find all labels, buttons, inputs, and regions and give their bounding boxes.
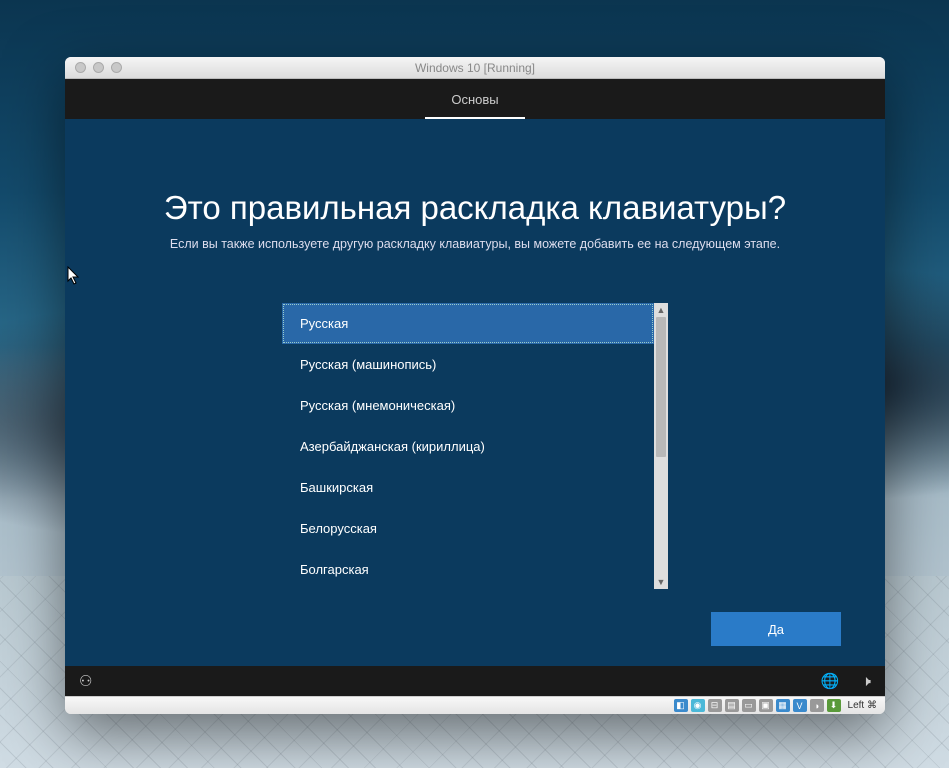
list-item[interactable]: Русская (мнемоническая) [282, 385, 654, 426]
list-item[interactable]: Болгарская [282, 549, 654, 589]
scrollbar[interactable]: ▲ ▼ [654, 303, 668, 589]
yes-button[interactable]: Да [711, 612, 841, 646]
volume-icon[interactable]: 🕨 [862, 673, 871, 690]
list-item[interactable]: Азербайджанская (кириллица) [282, 426, 654, 467]
close-icon[interactable] [75, 62, 86, 73]
oobe-bottom-bar: ⚇ 🌐 🕨 [65, 666, 885, 696]
scroll-down-icon[interactable]: ▼ [654, 575, 668, 589]
list-item[interactable]: Белорусская [282, 508, 654, 549]
vm-title: Windows 10 [Running] [65, 61, 885, 75]
network-icon[interactable]: 🌐 [821, 672, 840, 690]
hard-disk-icon[interactable]: ◧ [674, 699, 688, 712]
list-item[interactable]: Русская [282, 303, 654, 344]
list-item[interactable]: Русская (машинопись) [282, 344, 654, 385]
keyboard-layout-listbox: Русская Русская (машинопись) Русская (мн… [282, 303, 668, 589]
tab-basics[interactable]: Основы [425, 82, 524, 119]
host-key-indicator: Left ⌘ [848, 700, 877, 711]
vm-titlebar[interactable]: Windows 10 [Running] [65, 57, 885, 79]
maximize-icon[interactable] [111, 62, 122, 73]
vm-window: Windows 10 [Running] Основы Это правильн… [65, 57, 885, 714]
page-subtitle: Если вы также используете другую расклад… [170, 237, 780, 251]
keyboard-capture-icon[interactable]: ⬇ [827, 699, 841, 712]
page-title: Это правильная раскладка клавиатуры? [164, 189, 786, 227]
audio-icon[interactable]: ▣ [759, 699, 773, 712]
list-item[interactable]: Башкирская [282, 467, 654, 508]
shared-folders-icon[interactable]: ▤ [725, 699, 739, 712]
scroll-up-icon[interactable]: ▲ [654, 303, 668, 317]
ease-of-access-icon[interactable]: ⚇ [79, 672, 92, 690]
vm-statusbar: ◧ ◉ ⊟ ▤ ▭ ▣ ▦ V ◑ ⬇ Left ⌘ [65, 696, 885, 714]
guest-screen: Основы Это правильная раскладка клавиату… [65, 79, 885, 696]
minimize-icon[interactable] [93, 62, 104, 73]
scroll-thumb[interactable] [656, 317, 666, 457]
optical-disk-icon[interactable]: ◉ [691, 699, 705, 712]
mouse-integration-icon[interactable]: ◑ [810, 699, 824, 712]
oobe-content: Это правильная раскладка клавиатуры? Есл… [65, 119, 885, 666]
mouse-cursor-icon [67, 266, 81, 286]
network-adapter-icon[interactable]: ▦ [776, 699, 790, 712]
display-icon[interactable]: ▭ [742, 699, 756, 712]
oobe-tab-bar: Основы [65, 79, 885, 119]
usb-icon[interactable]: ⊟ [708, 699, 722, 712]
keyboard-layout-list[interactable]: Русская Русская (машинопись) Русская (мн… [282, 303, 654, 589]
video-capture-icon[interactable]: V [793, 699, 807, 712]
window-controls [65, 62, 122, 73]
